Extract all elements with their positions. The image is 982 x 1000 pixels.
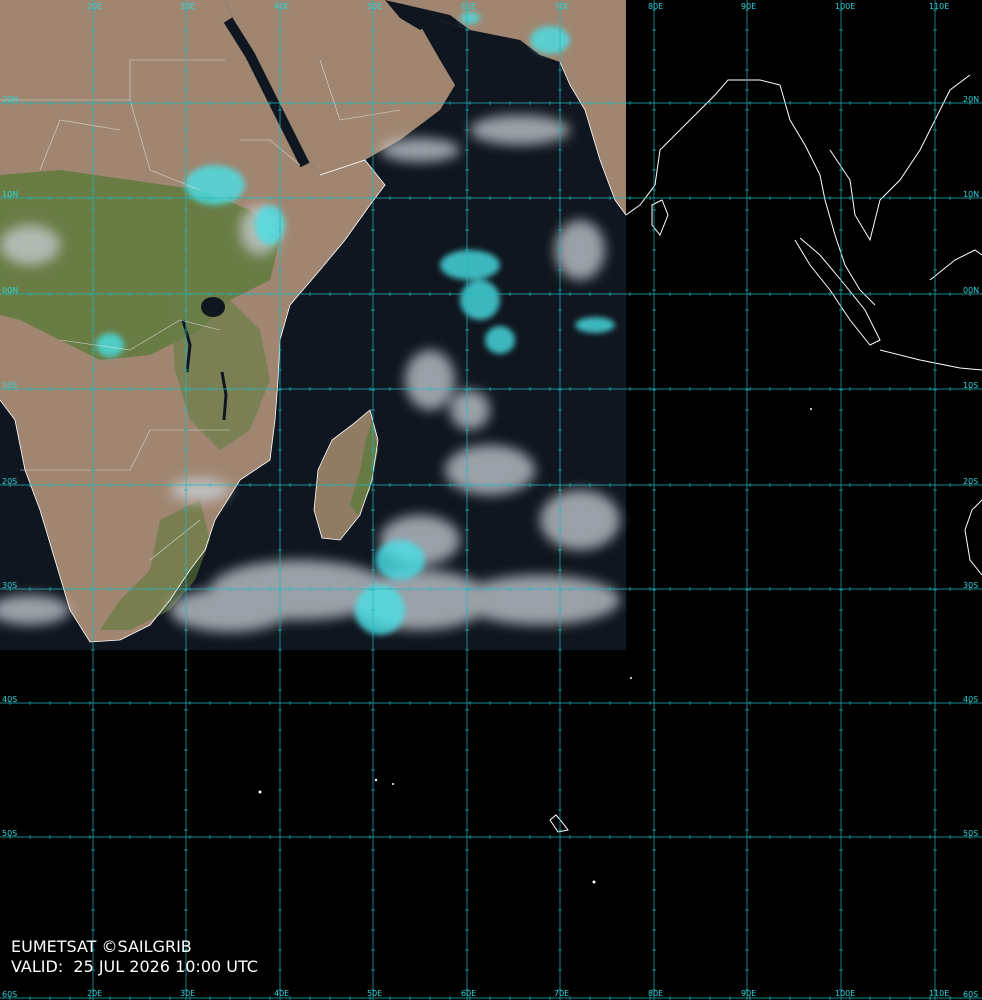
longitude-label: 30E (180, 2, 195, 11)
latitude-label: 10N (963, 190, 979, 199)
longitude-label: 80E (648, 989, 663, 998)
latitude-label: 40S (963, 695, 978, 704)
latitude-label: 10S (963, 381, 978, 390)
latitude-label: 30S (963, 581, 978, 590)
longitude-label: 70E (554, 2, 569, 11)
latitude-label: 00N (963, 286, 979, 295)
latitude-label: 20N (963, 95, 979, 104)
valid-time: VALID: 25 JUL 2026 10:00 UTC (11, 957, 258, 976)
latitude-label: 60S (2, 990, 17, 999)
longitude-label: 50E (367, 989, 382, 998)
longitude-label: 40E (274, 2, 289, 11)
longitude-label: 80E (648, 2, 663, 11)
latitude-label: 50S (2, 829, 17, 838)
longitude-label: 100E (835, 2, 855, 11)
longitude-label: 110E (929, 2, 949, 11)
latitude-label: 30S (2, 581, 17, 590)
satellite-map: 20E 20E 30E 30E 40E 40E 50E 50E 60E 60E 70E 70E 80E 8… (0, 0, 982, 1000)
longitude-label: 20E (87, 2, 102, 11)
satellite-imagery (0, 0, 627, 650)
latitude-label: 40S (2, 695, 17, 704)
longitude-label: 70E (554, 989, 569, 998)
longitude-label: 20E (87, 989, 102, 998)
latitude-label: 10S (2, 381, 17, 390)
longitude-label: 90E (741, 989, 756, 998)
longitude-label: 40E (274, 989, 289, 998)
longitude-label: 90E (741, 2, 756, 11)
latitude-label: 10N (2, 190, 18, 199)
longitude-label: 100E (835, 989, 855, 998)
latitude-label: 50S (963, 829, 978, 838)
credit-line: EUMETSAT ©SAILGRIB (11, 937, 192, 956)
latitude-label: 20N (2, 95, 18, 104)
latitude-label: 20S (2, 477, 17, 486)
lake-victoria (201, 297, 225, 317)
longitude-label: 60E (461, 2, 476, 11)
latitude-label: 20S (963, 477, 978, 486)
longitude-label: 30E (180, 989, 195, 998)
longitude-label: 60E (461, 989, 476, 998)
latitude-label: 60S (963, 990, 978, 999)
latitude-label: 00N (2, 286, 18, 295)
longitude-label: 110E (929, 989, 949, 998)
longitude-label: 50E (367, 2, 382, 11)
